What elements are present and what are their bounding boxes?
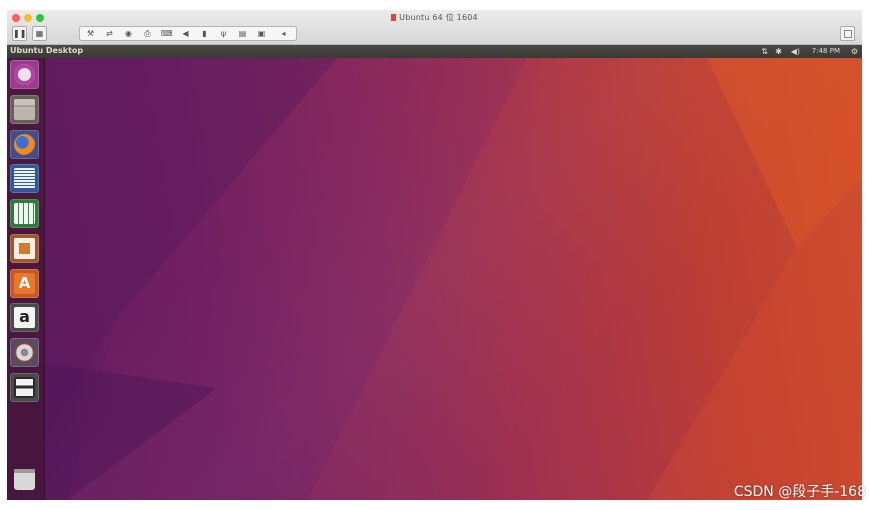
ubuntu-software-icon: A bbox=[14, 273, 35, 294]
wallpaper-facets bbox=[7, 58, 862, 500]
amazon-icon: a bbox=[14, 307, 35, 328]
watermark: CSDN @段子手-168 bbox=[733, 484, 866, 500]
panel-title: Ubuntu Desktop bbox=[10, 46, 84, 55]
launcher-item-settings[interactable] bbox=[10, 338, 39, 367]
launcher-item-firefox[interactable] bbox=[10, 130, 39, 159]
printer-icon[interactable]: ⎙ bbox=[142, 28, 153, 39]
usb-icon[interactable]: ψ bbox=[218, 28, 229, 39]
device-toolbar: ⚒ ⇄ ◉ ⎙ ⌨ ◀ ▮ ψ ▤ ▣ ◂ bbox=[79, 26, 297, 41]
launcher-item-floppy[interactable] bbox=[10, 373, 39, 402]
launcher-item-files[interactable] bbox=[10, 95, 39, 124]
launcher-item-impress[interactable] bbox=[10, 234, 39, 263]
libreoffice-calc-icon bbox=[14, 203, 35, 224]
launcher-item-amazon[interactable]: a bbox=[10, 303, 39, 332]
snapshot-icon: ▦ bbox=[35, 29, 44, 38]
files-icon bbox=[14, 99, 35, 120]
window-mode-button[interactable] bbox=[840, 26, 855, 41]
network-arrows-icon[interactable]: ⇅ bbox=[761, 46, 768, 57]
pause-icon: ❚❚ bbox=[13, 29, 27, 38]
launcher-item-writer[interactable] bbox=[10, 164, 39, 193]
clock[interactable]: 7:48 PM bbox=[812, 46, 840, 57]
pause-button[interactable]: ❚❚ bbox=[12, 26, 27, 41]
launcher-item-trash[interactable] bbox=[10, 465, 39, 494]
window-titlebar: Ubuntu 64 位 1604 ❚❚ ▦ ⚒ ⇄ ◉ ⎙ ⌨ ◀ ▮ ψ ▤ … bbox=[7, 10, 862, 45]
ubuntu-dash-icon bbox=[14, 64, 35, 85]
volume-icon[interactable]: ◀) bbox=[791, 46, 800, 57]
network-arrows-icon[interactable]: ⇄ bbox=[104, 28, 115, 39]
launcher-item-calc[interactable] bbox=[10, 199, 39, 228]
system-settings-icon bbox=[14, 342, 35, 363]
document-icon bbox=[391, 14, 397, 21]
snapshot-button[interactable]: ▦ bbox=[32, 26, 47, 41]
top-panel: Ubuntu Desktop ⇅ ✱ ◀) 7:48 PM ⚙ bbox=[7, 45, 862, 58]
launcher-item-software[interactable]: A bbox=[10, 269, 39, 298]
camera-icon[interactable]: ▣ bbox=[256, 28, 267, 39]
unity-launcher: A a bbox=[7, 58, 45, 500]
floppy-disk-icon bbox=[14, 377, 35, 398]
libreoffice-writer-icon bbox=[14, 168, 35, 189]
window-title: Ubuntu 64 位 1604 bbox=[7, 12, 862, 23]
arrow-left-icon[interactable]: ◂ bbox=[278, 28, 289, 39]
cd-icon[interactable]: ◉ bbox=[123, 28, 134, 39]
bluetooth-icon[interactable]: ✱ bbox=[775, 46, 782, 57]
desktop-wallpaper bbox=[7, 58, 862, 500]
launcher-item-dash[interactable] bbox=[10, 60, 39, 89]
vm-window: Ubuntu 64 位 1604 ❚❚ ▦ ⚒ ⇄ ◉ ⎙ ⌨ ◀ ▮ ψ ▤ … bbox=[7, 10, 862, 500]
usb-stick-icon[interactable]: ▮ bbox=[199, 28, 210, 39]
firefox-icon bbox=[14, 134, 35, 155]
wrench-icon[interactable]: ⚒ bbox=[85, 28, 96, 39]
sound-icon[interactable]: ◀ bbox=[180, 28, 191, 39]
trash-icon bbox=[14, 469, 35, 490]
floppy-icon[interactable]: ▤ bbox=[237, 28, 248, 39]
keyboard-icon[interactable]: ⌨ bbox=[161, 28, 173, 39]
gear-icon[interactable]: ⚙ bbox=[851, 46, 858, 57]
libreoffice-impress-icon bbox=[14, 238, 35, 259]
